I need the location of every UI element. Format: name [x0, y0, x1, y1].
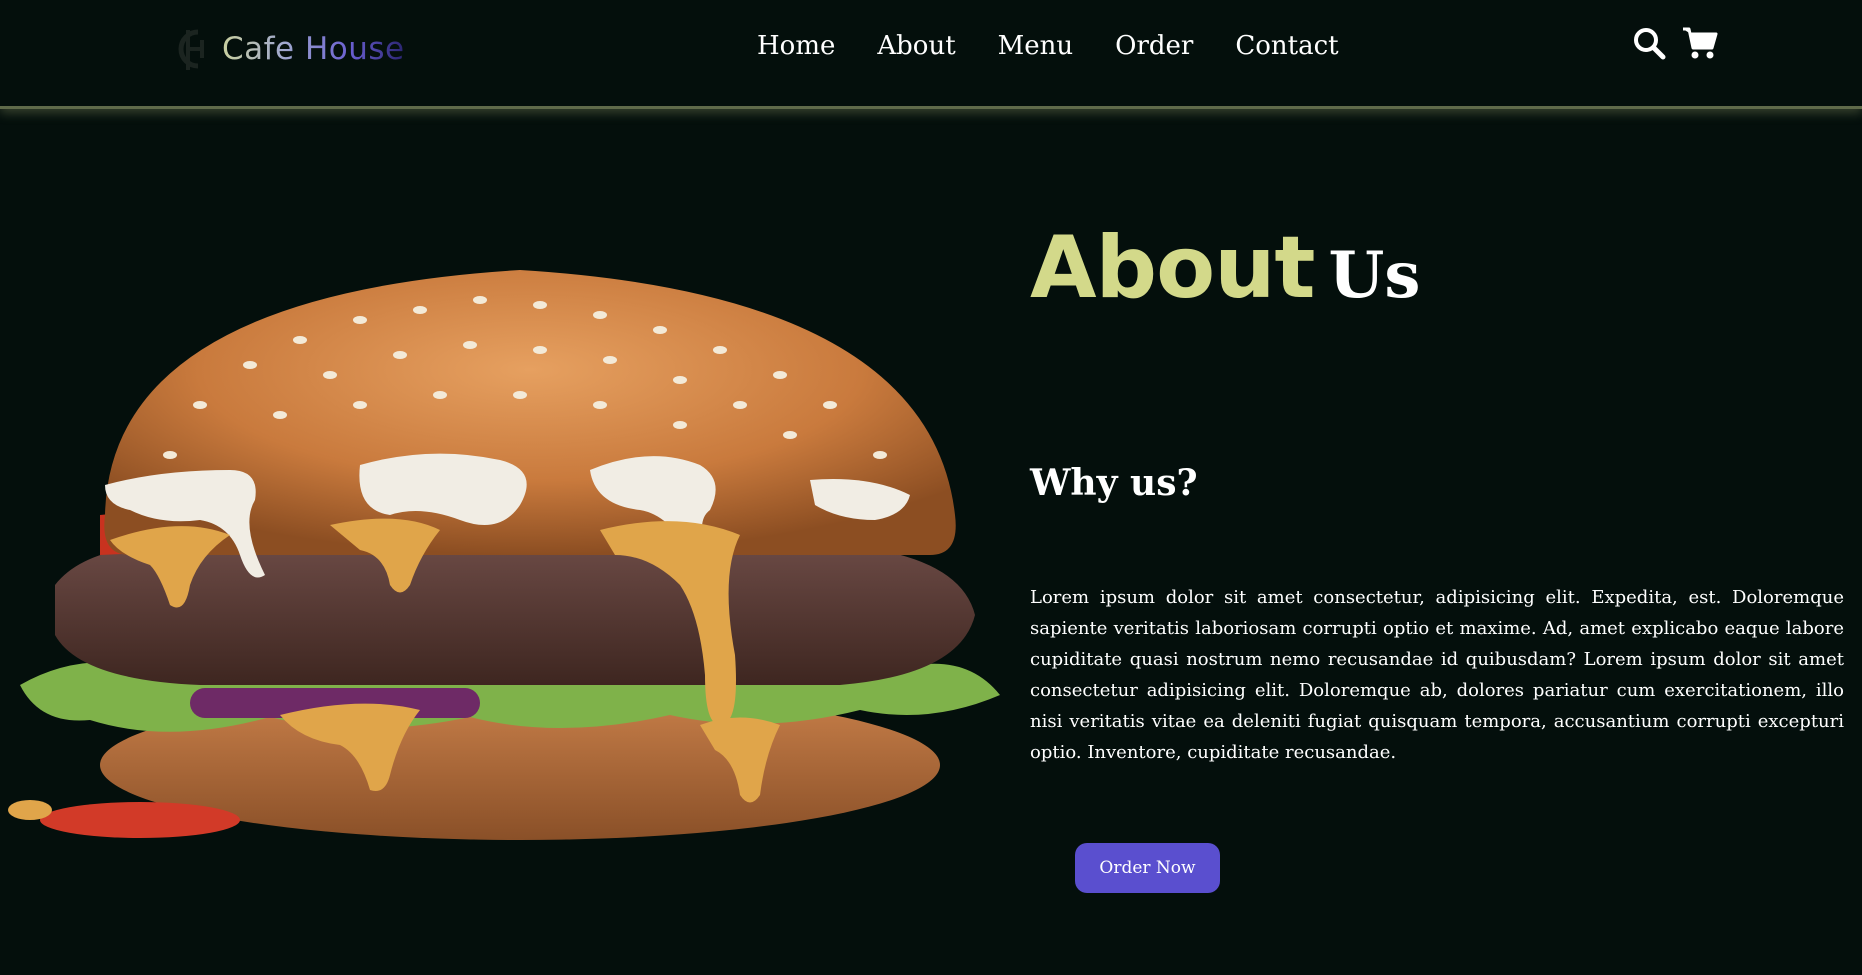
main-nav: Home About Menu Order Contact [757, 24, 1339, 68]
about-title-rest: Us [1328, 238, 1421, 313]
about-paragraph: Lorem ipsum dolor sit amet consectetur, … [1030, 587, 1844, 763]
nav-link-about[interactable]: About [877, 24, 955, 68]
nav-link-menu[interactable]: Menu [998, 24, 1074, 68]
about-title: About Us [1030, 218, 1420, 318]
search-icon[interactable] [1632, 26, 1666, 60]
navbar: Cafe House Home About Menu Order Contact [0, 0, 1862, 109]
nav-link-contact[interactable]: Contact [1235, 24, 1338, 68]
about-title-highlight: About [1030, 218, 1316, 318]
brand-name: Cafe House [222, 31, 405, 67]
nav-link-home[interactable]: Home [757, 24, 835, 68]
nav-icons [1632, 26, 1718, 60]
nav-link-order[interactable]: Order [1115, 24, 1193, 68]
order-now-button[interactable]: Order Now [1075, 843, 1220, 893]
burger-image [8, 270, 1000, 840]
cart-icon[interactable] [1682, 26, 1718, 60]
logo-mark-icon [178, 29, 204, 70]
logo[interactable]: Cafe House [172, 24, 405, 74]
why-us-heading: Why us? [1030, 462, 1198, 504]
